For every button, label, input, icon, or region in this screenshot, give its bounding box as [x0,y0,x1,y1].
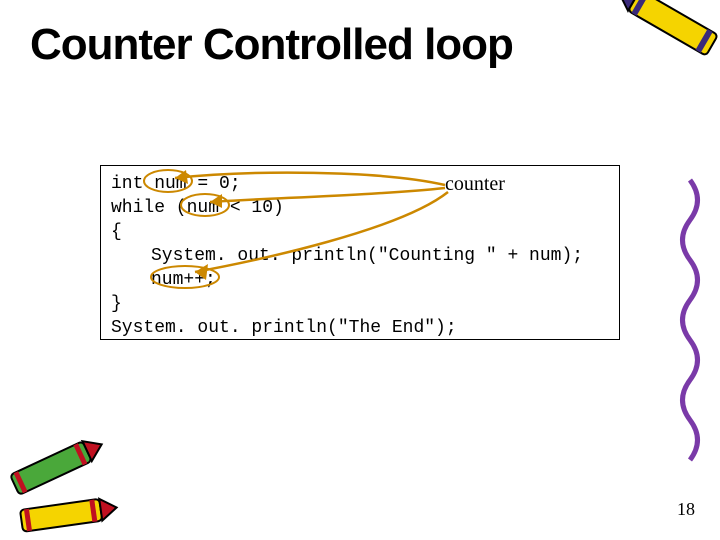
annotation-counter-label: counter [445,173,505,196]
slide-title: Counter Controlled loop [30,20,513,70]
code-line-7: System. out. println("The End"); [111,316,609,340]
code-line-5: num++; [111,268,609,292]
code-line-2: while (num < 10) [111,196,609,220]
code-line-3: { [111,220,609,244]
code-line-6: } [111,292,609,316]
code-line-1: int num = 0; [111,172,609,196]
code-line-4: System. out. println("Counting " + num); [111,244,609,268]
code-block: int num = 0; while (num < 10) { System. … [100,165,620,340]
page-number: 18 [677,499,695,520]
